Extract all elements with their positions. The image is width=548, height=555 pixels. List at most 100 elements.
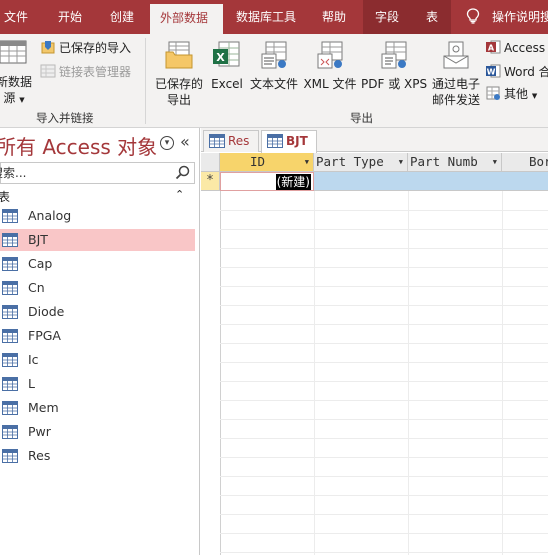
nav-item-bjt[interactable]: BJT xyxy=(0,229,195,251)
nav-group-header[interactable]: 表 ⌃ xyxy=(0,188,195,206)
column-header-part-type-label: Part Type xyxy=(316,154,384,169)
grid-line xyxy=(220,438,548,439)
export-excel-button[interactable]: X Excel xyxy=(209,40,245,92)
nav-item-pwr[interactable]: Pwr xyxy=(0,421,195,443)
nav-item-res[interactable]: Res xyxy=(0,445,195,467)
export-word-button[interactable]: W Word 合 xyxy=(485,62,548,82)
new-record-id-value: (新建) xyxy=(275,174,311,190)
nav-item-mem[interactable]: Mem xyxy=(0,397,195,419)
ribbon-tab-bar: 文件 开始 创建 外部数据 数据库工具 帮助 字段 表 操作说明搜 xyxy=(0,0,548,34)
export-text-file-button[interactable]: 文本文件 xyxy=(248,40,300,92)
export-pdf-xps-button[interactable]: PDF 或 XPS xyxy=(361,40,427,92)
email-icon xyxy=(443,41,469,69)
nav-pane-title[interactable]: 所有 Access 对象 xyxy=(0,131,157,160)
email-label-2: 邮件发送 xyxy=(431,93,480,107)
grid-line xyxy=(220,476,548,477)
tab-fields[interactable]: 字段 xyxy=(363,0,411,34)
ribbon: 新数据 源 ▼ 已保存的导入 链接表管理器 导入并链接 已保存的 导出 X Ex… xyxy=(0,34,548,128)
grid-line xyxy=(220,305,548,306)
excel-label: Excel xyxy=(211,77,243,91)
collapse-pane-icon[interactable]: « xyxy=(180,132,190,151)
new-record-id-cell[interactable]: (新建) xyxy=(220,172,314,191)
search-icon[interactable] xyxy=(174,165,192,181)
table-icon xyxy=(267,134,283,148)
column-header-part-type[interactable]: Part Type ▼ xyxy=(314,153,408,172)
nav-item-label: Res xyxy=(28,448,51,463)
grid-line xyxy=(220,343,548,344)
export-xml-button[interactable]: XML 文件 xyxy=(302,40,358,92)
chevron-up-icon[interactable]: ⌃ xyxy=(175,188,184,201)
grid-line xyxy=(502,191,503,555)
tab-database-tools[interactable]: 数据库工具 xyxy=(236,0,296,34)
select-all-corner[interactable] xyxy=(201,153,220,172)
export-access-button[interactable]: A Access xyxy=(485,38,545,58)
linked-table-manager-icon xyxy=(40,64,56,78)
lightbulb-icon xyxy=(466,8,480,24)
grid-line xyxy=(220,381,548,382)
new-record-row[interactable]: (新建) xyxy=(220,172,548,191)
nav-item-diode[interactable]: Diode xyxy=(0,301,195,323)
other-export-icon xyxy=(486,86,500,100)
nav-item-label: Mem xyxy=(28,400,59,415)
nav-item-label: Cn xyxy=(28,280,45,295)
dropdown-arrow-icon[interactable]: ▼ xyxy=(305,153,309,171)
nav-item-analog[interactable]: Analog xyxy=(0,205,195,227)
nav-item-cn[interactable]: Cn xyxy=(0,277,195,299)
column-header-part-number-label: Part Numb xyxy=(410,154,478,169)
nav-item-l[interactable]: L xyxy=(0,373,195,395)
saved-imports-icon xyxy=(41,41,55,54)
svg-text:X: X xyxy=(216,51,225,64)
tab-external-data[interactable]: 外部数据 xyxy=(150,4,223,34)
new-data-source-button[interactable]: 新数据 源 ▼ xyxy=(0,38,36,108)
pdf-xps-icon xyxy=(381,41,407,69)
new-data-source-label-2: 源 ▼ xyxy=(0,90,36,108)
tab-file[interactable]: 文件 xyxy=(4,0,28,34)
svg-text:W: W xyxy=(487,68,496,77)
saved-imports-button[interactable]: 已保存的导入 xyxy=(40,38,131,58)
column-header-id[interactable]: ID ▼ xyxy=(220,153,314,172)
nav-item-fpga[interactable]: FPGA xyxy=(0,325,195,347)
saved-exports-button[interactable]: 已保存的 导出 xyxy=(152,40,206,108)
doc-tab-res[interactable]: Res xyxy=(203,130,259,152)
chevron-down-icon[interactable]: ▾ xyxy=(160,136,174,150)
nav-search-input[interactable] xyxy=(0,163,173,183)
grid-line xyxy=(220,362,548,363)
doc-tab-bjt[interactable]: BJT xyxy=(261,130,317,153)
pdf-xps-label: PDF 或 XPS xyxy=(361,77,428,91)
tab-home[interactable]: 开始 xyxy=(58,0,82,34)
grid-line xyxy=(220,191,221,555)
word-icon: W xyxy=(486,64,501,78)
table-icon xyxy=(2,281,18,295)
grid-line xyxy=(220,400,548,401)
dropdown-arrow-icon[interactable]: ▼ xyxy=(493,153,497,171)
nav-item-label: Pwr xyxy=(28,424,51,439)
table-icon xyxy=(2,305,18,319)
column-header-bor-label: Bor xyxy=(529,154,548,169)
export-email-button[interactable]: 通过电子 邮件发送 xyxy=(430,40,482,108)
column-header-bor[interactable]: Bor xyxy=(502,153,548,172)
grid-line xyxy=(314,191,315,555)
linked-table-manager-button[interactable]: 链接表管理器 xyxy=(40,62,131,82)
xml-file-label: XML 文件 xyxy=(303,77,357,91)
other-label: 其他 xyxy=(504,87,529,101)
dropdown-arrow-icon: ▼ xyxy=(19,96,25,104)
svg-text:A: A xyxy=(488,44,495,53)
dropdown-arrow-icon[interactable]: ▼ xyxy=(399,153,403,171)
grid-line xyxy=(220,210,548,211)
access-icon: A xyxy=(486,40,501,54)
tell-me-label: 操作说明搜 xyxy=(492,10,548,24)
tell-me-search[interactable]: 操作说明搜 xyxy=(466,0,548,34)
text-file-label: 文本文件 xyxy=(249,77,298,91)
table-icon xyxy=(2,425,18,439)
saved-exports-label-2: 导出 xyxy=(166,93,191,107)
table-icon xyxy=(2,233,18,247)
export-other-button[interactable]: 其他 ▼ xyxy=(485,84,537,104)
nav-item-ic[interactable]: Ic xyxy=(0,349,195,371)
column-header-part-number[interactable]: Part Numb ▼ xyxy=(408,153,502,172)
tab-help[interactable]: 帮助 xyxy=(322,0,346,34)
nav-item-cap[interactable]: Cap xyxy=(0,253,195,275)
new-record-selector[interactable]: * xyxy=(201,172,220,191)
grid-line xyxy=(220,286,548,287)
tab-table[interactable]: 表 xyxy=(411,0,451,34)
tab-create[interactable]: 创建 xyxy=(110,0,134,34)
